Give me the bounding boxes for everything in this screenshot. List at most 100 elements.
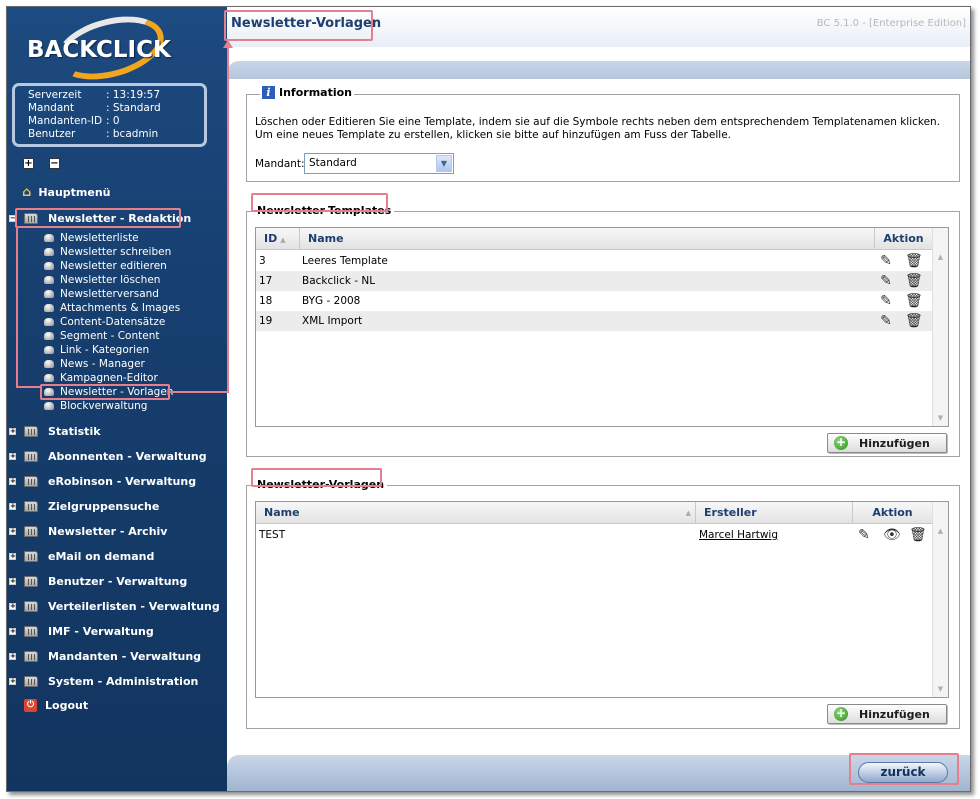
mandant-select[interactable]: Standard ▼ — [304, 153, 454, 174]
column-header-name[interactable]: Name ▲ — [256, 502, 696, 524]
sidebar-section[interactable]: + Zielgruppensuche — [7, 497, 159, 515]
column-header-name[interactable]: Name — [300, 228, 875, 250]
template-name: XML Import — [302, 315, 363, 327]
collapse-all-button[interactable]: − — [49, 158, 60, 169]
sidebar-item-logout[interactable]: ⏻ Logout — [24, 696, 88, 714]
sidebar-section[interactable]: + IMF - Verwaltung — [7, 622, 154, 640]
sidebar-section[interactable]: + Mandanten - Verwaltung — [7, 647, 201, 665]
bullet-icon — [44, 290, 54, 298]
server-info-row: Benutzer: bcadmin — [28, 128, 159, 140]
edit-icon[interactable]: ✎ — [856, 527, 872, 543]
edit-icon[interactable]: ✎ — [878, 293, 894, 309]
trash-icon[interactable]: 🗑 — [905, 313, 923, 329]
folder-icon — [24, 500, 38, 512]
sidebar-item-label: Statistik — [48, 424, 101, 438]
edit-icon[interactable]: ✎ — [878, 253, 894, 269]
creator-link[interactable]: Marcel Hartwig — [699, 525, 778, 545]
sidebar-item-label: Newsletter - Archiv — [48, 524, 168, 538]
folder-icon — [24, 575, 38, 587]
sidebar-subitem[interactable]: Kampagnen-Editor — [44, 371, 158, 385]
mandant-label: Mandant: — [255, 158, 305, 170]
sidebar-subitem-label: Newsletterversand — [60, 288, 159, 300]
add-vorlage-button[interactable]: + Hinzufügen — [827, 704, 947, 724]
edit-icon[interactable]: ✎ — [878, 313, 894, 329]
home-icon: ⌂ — [22, 184, 32, 200]
bullet-icon — [44, 304, 54, 312]
information-box: i Information Löschen oder Editieren Sie… — [246, 86, 960, 182]
scroll-up-icon[interactable]: ▲ — [934, 524, 947, 538]
sidebar-subitem[interactable]: Attachments & Images — [44, 301, 180, 315]
expand-icon: + — [9, 601, 16, 610]
column-header-id[interactable]: ID ▲ — [256, 228, 300, 250]
sidebar-item-label: eRobinson - Verwaltung — [48, 474, 197, 488]
sidebar-subitem[interactable]: Newsletterliste — [44, 231, 139, 245]
sidebar-subitem[interactable]: Newsletter - Vorlagen — [44, 385, 173, 399]
sidebar-section[interactable]: + eRobinson - Verwaltung — [7, 472, 196, 490]
table-header: ID ▲ Name Aktion — [256, 228, 948, 250]
sidebar-section[interactable]: + System - Administration — [7, 672, 198, 690]
sidebar-subitem[interactable]: Content-Datensätze — [44, 315, 165, 329]
sidebar-section[interactable]: + Benutzer - Verwaltung — [7, 572, 187, 590]
open-folder-icon — [24, 212, 38, 224]
sidebar-item-label: IMF - Verwaltung — [48, 624, 154, 638]
expand-icon: + — [9, 501, 16, 510]
table-row: 17 Backclick - NL ✎ 🗑 — [256, 271, 932, 291]
sidebar-item-label: System - Administration — [48, 674, 199, 688]
sidebar-subitem[interactable]: Segment - Content — [44, 329, 159, 343]
trash-icon[interactable]: 🗑 — [905, 293, 923, 309]
annotation-line — [16, 228, 18, 388]
plus-icon: + — [834, 435, 848, 450]
info-icon: i — [262, 86, 275, 99]
column-header-creator[interactable]: Ersteller — [696, 502, 853, 524]
folder-icon — [24, 475, 38, 487]
sidebar-subitem[interactable]: Blockverwaltung — [44, 399, 147, 413]
edit-icon[interactable]: ✎ — [878, 273, 894, 289]
scroll-up-icon[interactable]: ▲ — [934, 250, 947, 264]
trash-icon[interactable]: 🗑 — [905, 273, 923, 289]
sidebar-section[interactable]: + Verteilerlisten - Verwaltung — [7, 597, 220, 615]
sidebar-section[interactable]: + Abonnenten - Verwaltung — [7, 447, 207, 465]
information-text: Löschen oder Editieren Sie eine Template… — [255, 116, 941, 141]
vorlage-name: TEST — [259, 529, 286, 541]
sort-icon: ▲ — [685, 509, 691, 517]
sidebar-item-label: Logout — [45, 698, 89, 712]
sidebar-section-newsletter-redaktion[interactable]: − Newsletter - Redaktion — [7, 209, 191, 227]
annotation-line — [16, 386, 41, 388]
folder-icon — [24, 625, 38, 637]
sidebar-item-label: Mandanten - Verwaltung — [48, 649, 202, 663]
trash-icon[interactable]: 🗑 — [909, 527, 927, 543]
sidebar-subitem[interactable]: News - Manager — [44, 357, 145, 371]
preview-eye-icon[interactable]: 👁 — [883, 527, 901, 543]
back-button[interactable]: zurück — [858, 762, 948, 783]
trash-icon[interactable]: 🗑 — [905, 253, 923, 269]
sidebar-subitem[interactable]: Newsletterversand — [44, 287, 159, 301]
scrollbar[interactable]: ▲ ▼ — [932, 502, 948, 697]
bullet-icon — [44, 332, 54, 340]
expand-all-button[interactable]: + — [23, 158, 34, 169]
sidebar-subitem[interactable]: Newsletter editieren — [44, 259, 167, 273]
title-bar: Newsletter-Vorlagen BC 5.1.0 - [Enterpri… — [227, 7, 970, 47]
bullet-icon — [44, 234, 54, 242]
header-band — [227, 61, 970, 79]
folder-icon — [24, 550, 38, 562]
templates-box: Newsletter-Templates ID ▲ Name Aktion 3 Le… — [246, 203, 960, 457]
sidebar-subitem[interactable]: Newsletter schreiben — [44, 245, 171, 259]
sidebar-item-home[interactable]: ⌂ Hauptmenü — [22, 183, 111, 201]
sidebar-subitem[interactable]: Newsletter löschen — [44, 273, 160, 287]
add-template-button[interactable]: + Hinzufügen — [827, 433, 947, 453]
expand-icon: + — [9, 426, 16, 435]
sidebar-section[interactable]: + Statistik — [7, 422, 101, 440]
expand-icon: + — [9, 676, 16, 685]
sidebar-section[interactable]: + Newsletter - Archiv — [7, 522, 167, 540]
sidebar-subitem-label: Content-Datensätze — [60, 316, 166, 328]
template-id: 18 — [259, 295, 273, 307]
bullet-icon — [44, 388, 54, 396]
annotation-line — [170, 391, 228, 393]
vorlagen-box: Newsletter-Vorlagen Name ▲ Ersteller Akti… — [246, 477, 960, 729]
scroll-down-icon[interactable]: ▼ — [934, 682, 947, 696]
sidebar-section[interactable]: + eMail on demand — [7, 547, 154, 565]
sidebar-subitem[interactable]: Link - Kategorien — [44, 343, 149, 357]
folder-icon — [24, 525, 38, 537]
scrollbar[interactable]: ▲ ▼ — [932, 228, 948, 426]
scroll-down-icon[interactable]: ▼ — [934, 411, 947, 425]
